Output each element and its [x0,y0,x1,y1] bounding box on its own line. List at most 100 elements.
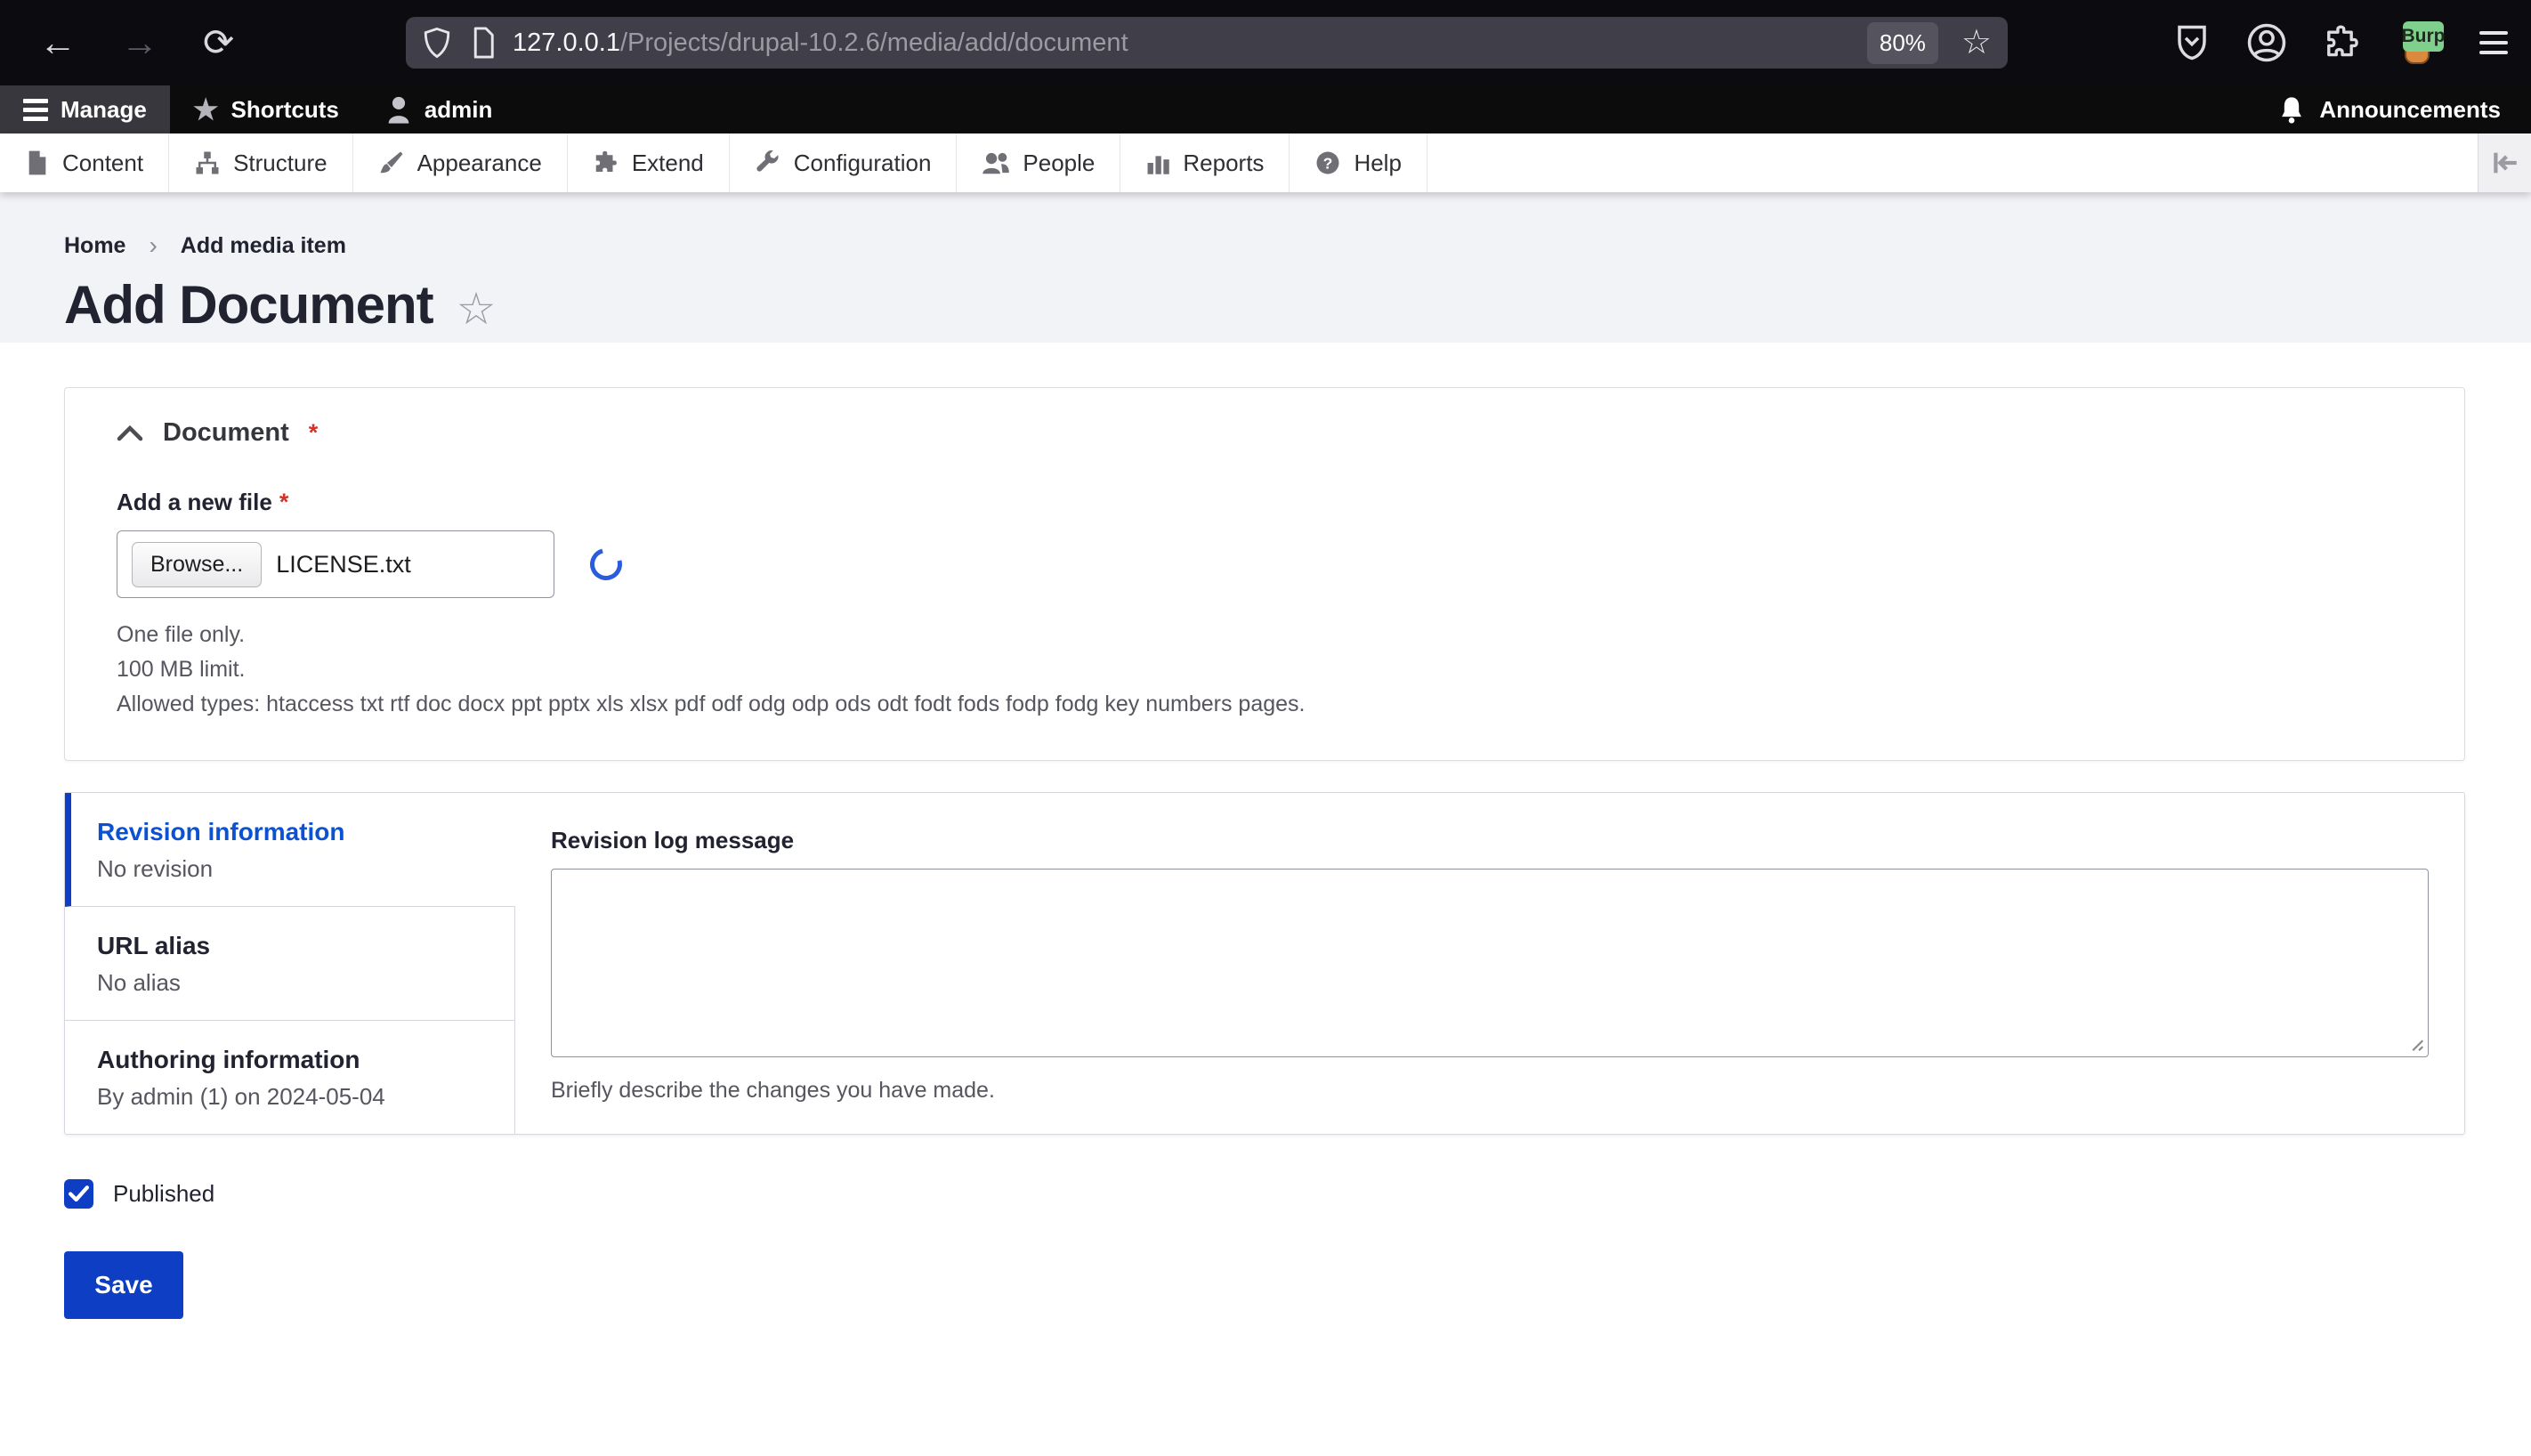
fieldset-legend[interactable]: Document [163,418,289,448]
drupal-admin-toolbar: Manage ★ Shortcuts admin Announcements [0,85,2531,133]
page-title: Add Document [64,275,434,335]
menu-item-label: Reports [1183,149,1265,176]
file-help-line: One file only. [117,622,246,647]
shortcuts-star-icon: ★ [192,93,219,125]
shortcuts-label: Shortcuts [230,95,339,123]
tab-summary: By admin (1) on 2024-05-04 [97,1083,385,1111]
structure-icon [196,151,219,174]
tab-url-alias[interactable]: URL alias No alias [65,907,515,1022]
menu-item-label: Configuration [793,149,932,176]
screen: ← → ⟳ 127.0.0.1/Projects/drupal-10.2.6/m… [0,0,2531,1456]
extend-icon [595,150,617,172]
checkmark-icon [69,1185,89,1202]
menu-item-label: Appearance [416,149,542,176]
menu-item-people[interactable]: People [957,133,1121,192]
tab-authoring-information[interactable]: Authoring information By admin (1) on 20… [65,1021,515,1135]
favorite-star-icon[interactable]: ☆ [457,287,497,331]
tab-summary: No revision [97,855,214,883]
chevron-up-icon[interactable] [117,424,143,443]
menu-item-label: Help [1354,149,1402,176]
menu-item-label: Structure [233,149,327,176]
zoom-level-badge[interactable]: 80% [1866,21,1938,64]
tab-title: URL alias [97,932,211,960]
menu-item-structure[interactable]: Structure [169,133,353,192]
appearance-icon [380,151,403,174]
reports-icon [1147,156,1170,174]
menu-item-extend[interactable]: Extend [568,133,730,192]
burp-extension-label: Burp [2402,21,2446,52]
url-text[interactable]: 127.0.0.1/Projects/drupal-10.2.6/media/a… [513,28,1128,58]
revision-log-description: Briefly describe the changes you have ma… [551,1078,995,1104]
configuration-icon [756,150,779,172]
forward-icon[interactable]: → [121,24,158,61]
upload-spinner-icon [584,542,628,586]
menu-item-label: Extend [631,149,704,176]
menu-item-appearance[interactable]: Appearance [353,133,568,192]
account-icon[interactable] [2246,22,2287,63]
help-icon: ? [1316,151,1339,174]
browser-menu-icon[interactable] [2479,25,2508,61]
published-label[interactable]: Published [113,1180,214,1208]
burp-extension-icon[interactable]: Burp [2398,21,2446,64]
menu-item-reports[interactable]: Reports [1120,133,1290,192]
announcements-label: Announcements [2319,95,2501,123]
required-asterisk: * [279,489,289,515]
url-path: /Projects/drupal-10.2.6/media/add/docume… [619,28,1128,57]
menu-item-help[interactable]: ? Help [1290,133,1427,192]
vertical-tabs-menu: Revision information No revision URL ali… [65,793,515,1135]
user-icon [388,96,409,124]
file-upload-input[interactable]: Browse... LICENSE.txt [117,530,554,598]
pocket-icon[interactable] [2173,22,2211,63]
breadcrumb: Home › Add media item [64,231,2531,260]
breadcrumb-current: Add media item [180,232,346,258]
revision-log-textarea[interactable] [551,869,2429,1058]
extensions-icon[interactable] [2323,22,2362,63]
toolbar-item-admin-user[interactable]: admin [362,85,516,133]
menu-item-label: Content [62,149,144,176]
breadcrumb-home-link[interactable]: Home [64,233,125,259]
toolbar-item-shortcuts[interactable]: ★ Shortcuts [170,85,362,133]
breadcrumb-separator: › [149,231,158,259]
toolbar-item-announcements[interactable]: Announcements [2248,85,2531,133]
reload-icon[interactable]: ⟳ [203,24,234,61]
manage-icon [23,94,48,125]
vertical-tabs: Revision information No revision URL ali… [64,792,2465,1136]
browser-toolbar: ← → ⟳ 127.0.0.1/Projects/drupal-10.2.6/m… [0,0,2531,85]
bookmark-star-icon[interactable]: ☆ [1961,26,1992,60]
tab-revision-information[interactable]: Revision information No revision [65,793,515,908]
revision-information-panel: Revision log message Briefly describe th… [515,793,2464,1134]
people-icon [982,152,1010,174]
file-field-label: Add a new file [117,489,272,515]
url-host: 127.0.0.1 [513,28,620,57]
tab-title: Revision information [97,818,345,846]
menu-item-configuration[interactable]: Configuration [730,133,958,192]
collapse-left-icon [2493,152,2517,174]
document-fieldset: Document * Add a new file * Browse... LI… [64,387,2465,762]
page: Home › Add media item Add Document ☆ Doc… [0,192,2531,1456]
bell-icon [2282,97,2302,124]
published-checkbox[interactable] [64,1179,93,1209]
revision-log-label: Revision log message [551,827,795,854]
url-bar[interactable]: 127.0.0.1/Projects/drupal-10.2.6/media/a… [406,17,2008,69]
toolbar-collapse-button[interactable] [2478,133,2531,192]
admin-user-label: admin [424,95,493,123]
toolbar-item-manage[interactable]: Manage [0,85,170,133]
manage-label: Manage [61,95,147,123]
shield-icon[interactable] [422,26,452,60]
selected-file-name: LICENSE.txt [276,550,411,578]
menu-item-label: People [1023,149,1096,176]
menu-item-content[interactable]: Content [0,133,170,192]
back-icon[interactable]: ← [39,24,77,61]
tab-summary: No alias [97,969,181,997]
tab-title: Authoring information [97,1046,360,1074]
required-asterisk: * [308,419,319,446]
file-help-line: 100 MB limit. [117,656,246,682]
page-icon[interactable] [470,26,497,60]
browse-button[interactable]: Browse... [132,541,263,587]
file-help-line: Allowed types: htaccess txt rtf doc docx… [117,691,1306,716]
page-header: Home › Add media item Add Document ☆ [0,192,2531,343]
svg-text:?: ? [1323,154,1333,172]
main-content: Document * Add a new file * Browse... LI… [0,343,2531,1320]
save-button[interactable]: Save [64,1251,183,1320]
content-icon [28,150,46,175]
